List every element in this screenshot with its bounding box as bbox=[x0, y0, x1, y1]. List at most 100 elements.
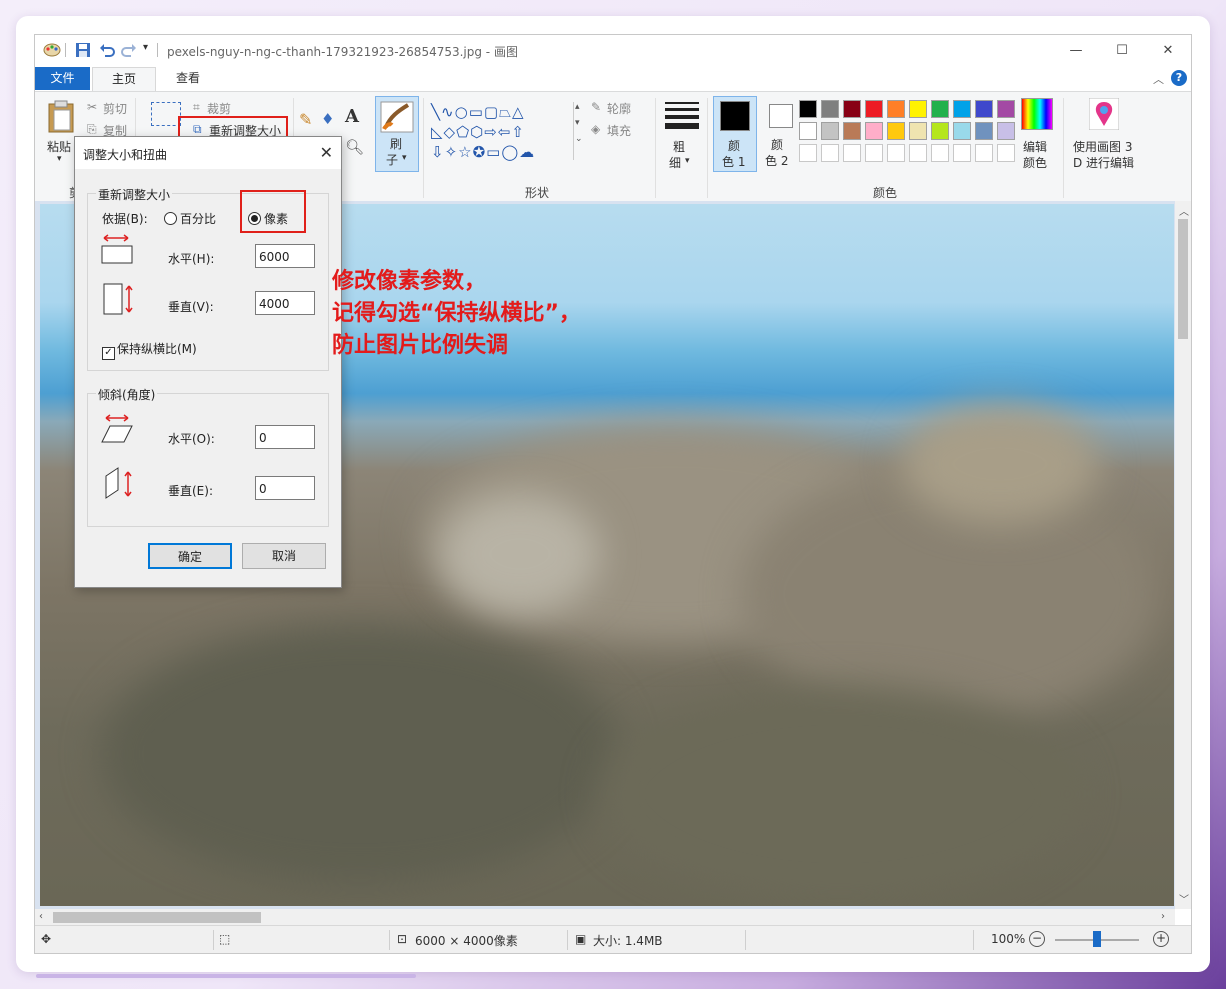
keep-ratio-checkbox[interactable]: ✓ 保持纵横比(M) bbox=[102, 340, 197, 360]
custom-color-slot[interactable] bbox=[909, 144, 927, 162]
fill-bucket-icon[interactable]: ♦ bbox=[321, 110, 334, 128]
status-divider bbox=[389, 930, 390, 950]
paste-dropdown-icon[interactable]: ▾ bbox=[57, 154, 62, 164]
size-icon[interactable] bbox=[665, 102, 699, 129]
zoom-out-icon[interactable]: − bbox=[1029, 931, 1045, 947]
paste-button[interactable]: 粘贴 bbox=[47, 138, 71, 155]
palette-swatch[interactable] bbox=[953, 122, 971, 140]
horizontal-scrollbar[interactable]: ‹ › bbox=[35, 909, 1175, 925]
select-tool-icon[interactable] bbox=[151, 102, 181, 126]
palette-swatch[interactable] bbox=[887, 122, 905, 140]
paint3d-icon[interactable] bbox=[1089, 98, 1119, 130]
scroll-down-icon[interactable]: ﹀ bbox=[1179, 891, 1189, 906]
tab-file[interactable]: 文件 bbox=[35, 67, 90, 90]
palette-swatch[interactable] bbox=[799, 122, 817, 140]
palette-swatch[interactable] bbox=[821, 100, 839, 118]
zoom-in-icon[interactable]: + bbox=[1153, 931, 1169, 947]
status-divider bbox=[745, 930, 746, 950]
palette-swatch[interactable] bbox=[931, 122, 949, 140]
palette-swatch[interactable] bbox=[997, 122, 1015, 140]
custom-color-slot[interactable] bbox=[931, 144, 949, 162]
color1-button[interactable]: 颜 色 1 bbox=[713, 96, 757, 172]
paste-icon[interactable] bbox=[47, 100, 77, 134]
title-bar: ▾ pexels-nguy-n-ng-c-thanh-179321923-268… bbox=[35, 35, 1191, 65]
scroll-left-icon[interactable]: ‹ bbox=[39, 911, 43, 922]
outline-button[interactable]: 轮廓 bbox=[607, 100, 631, 117]
paint3d-label-2[interactable]: D 进行编辑 bbox=[1073, 154, 1134, 171]
brush-button[interactable]: 刷 子 ▾ bbox=[375, 96, 419, 172]
horizontal-input[interactable]: 6000 bbox=[255, 244, 315, 268]
text-tool-icon[interactable]: A bbox=[345, 106, 359, 127]
cancel-button[interactable]: 取消 bbox=[242, 543, 326, 569]
scroll-up-icon[interactable]: ︿ bbox=[1179, 203, 1189, 218]
checkmark-icon: ✓ bbox=[102, 347, 115, 360]
custom-color-slot[interactable] bbox=[953, 144, 971, 162]
status-divider bbox=[973, 930, 974, 950]
minimize-button[interactable]: — bbox=[1053, 35, 1099, 65]
scroll-right-icon[interactable]: › bbox=[1161, 911, 1165, 922]
help-icon[interactable]: ? bbox=[1171, 70, 1187, 86]
crop-button[interactable]: 裁剪 bbox=[207, 100, 231, 117]
close-button[interactable]: ✕ bbox=[1145, 35, 1191, 65]
ok-button[interactable]: 确定 bbox=[148, 543, 232, 569]
palette-swatch[interactable] bbox=[865, 100, 883, 118]
palette-swatch[interactable] bbox=[843, 100, 861, 118]
zoom-slider-thumb[interactable] bbox=[1093, 931, 1101, 947]
annotation-line-1: 修改像素参数， bbox=[332, 269, 487, 294]
crop-icon: ⌗ bbox=[193, 100, 200, 114]
dialog-close-icon[interactable]: ✕ bbox=[320, 143, 333, 162]
palette-swatch[interactable] bbox=[909, 100, 927, 118]
copy-icon: ⎘ bbox=[87, 122, 97, 136]
palette-swatch[interactable] bbox=[975, 100, 993, 118]
custom-color-slot[interactable] bbox=[975, 144, 993, 162]
custom-color-slot[interactable] bbox=[887, 144, 905, 162]
shapes-scroll[interactable]: ▴ ▾ ⌄ bbox=[573, 102, 584, 160]
skew-vertical-input[interactable]: 0 bbox=[255, 476, 315, 500]
custom-color-slot[interactable] bbox=[799, 144, 817, 162]
paint3d-label-1[interactable]: 使用画图 3 bbox=[1073, 138, 1132, 155]
palette-swatch[interactable] bbox=[953, 100, 971, 118]
palette-swatch[interactable] bbox=[997, 100, 1015, 118]
palette-swatch[interactable] bbox=[821, 122, 839, 140]
qa-separator bbox=[65, 43, 66, 57]
cut-button[interactable]: 剪切 bbox=[103, 100, 127, 117]
pencil-icon[interactable]: ✎ bbox=[299, 110, 312, 129]
magnifier-icon[interactable]: 🔍︎ bbox=[345, 138, 364, 156]
fill-button[interactable]: 填充 bbox=[607, 122, 631, 139]
palette-swatch[interactable] bbox=[843, 122, 861, 140]
brush-icon bbox=[380, 101, 414, 133]
custom-color-slot[interactable] bbox=[997, 144, 1015, 162]
redo-icon[interactable] bbox=[121, 42, 137, 58]
palette-swatch[interactable] bbox=[909, 122, 927, 140]
vertical-scrollbar[interactable]: ︿ ﹀ bbox=[1175, 201, 1191, 909]
vertical-input[interactable]: 4000 bbox=[255, 291, 315, 315]
palette-swatch[interactable] bbox=[975, 122, 993, 140]
resize-legend: 重新调整大小 bbox=[96, 186, 173, 203]
undo-icon[interactable] bbox=[99, 42, 115, 58]
skew-horizontal-input[interactable]: 0 bbox=[255, 425, 315, 449]
palette-swatch[interactable] bbox=[799, 100, 817, 118]
palette-swatch[interactable] bbox=[865, 122, 883, 140]
collapse-ribbon-icon[interactable]: ︿ bbox=[1153, 71, 1164, 87]
pixels-highlight bbox=[240, 190, 306, 233]
color1-label-2: 色 1 bbox=[722, 155, 746, 169]
shapes-gallery[interactable]: ╲∿○▭▢⏢△ ◺◇⬠⬡⇨⇦⇧ ⇩✧☆✪▭◯☁ bbox=[431, 102, 579, 162]
custom-color-slot[interactable] bbox=[821, 144, 839, 162]
size-label-1: 粗 bbox=[673, 140, 686, 154]
vertical-scroll-thumb[interactable] bbox=[1178, 219, 1188, 339]
color2-swatch bbox=[769, 104, 793, 128]
palette-swatch[interactable] bbox=[931, 100, 949, 118]
skew-horizontal-label: 水平(O): bbox=[168, 432, 215, 446]
tab-home[interactable]: 主页 bbox=[92, 67, 156, 91]
color1-label-1: 颜 bbox=[728, 139, 741, 153]
percent-radio[interactable]: 百分比 bbox=[164, 210, 216, 227]
customize-quick-access-icon[interactable]: ▾ bbox=[143, 42, 148, 53]
maximize-button[interactable]: ☐ bbox=[1099, 35, 1145, 65]
custom-color-slot[interactable] bbox=[865, 144, 883, 162]
save-icon[interactable] bbox=[75, 42, 91, 58]
palette-swatch[interactable] bbox=[887, 100, 905, 118]
tab-view[interactable]: 查看 bbox=[157, 67, 219, 90]
edit-colors-icon[interactable] bbox=[1021, 98, 1053, 130]
custom-color-slot[interactable] bbox=[843, 144, 861, 162]
horizontal-scroll-thumb[interactable] bbox=[53, 912, 261, 923]
